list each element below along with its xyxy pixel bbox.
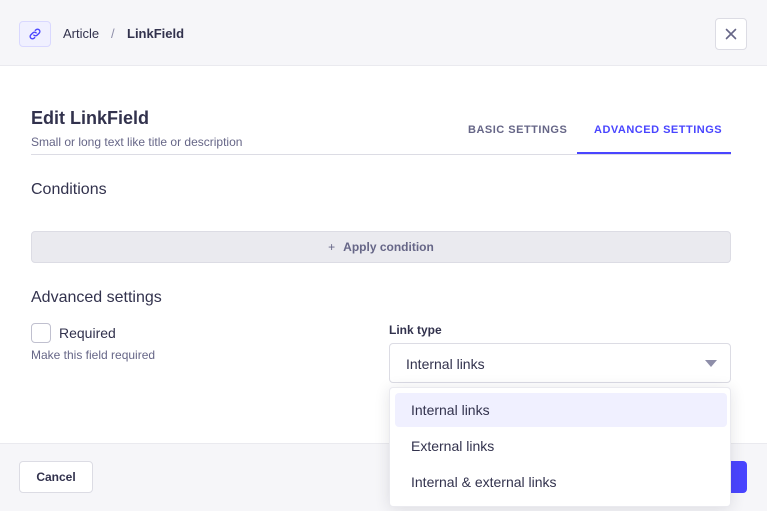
edit-field-modal: Article / LinkField Edit LinkField Small…	[0, 0, 767, 511]
apply-condition-button[interactable]: + Apply condition	[31, 231, 731, 263]
tabs-divider	[31, 154, 731, 155]
close-icon	[725, 28, 737, 40]
modal-subtitle: Small or long text like title or descrip…	[31, 135, 243, 149]
required-checkbox[interactable]	[31, 323, 51, 343]
required-label: Required	[59, 325, 116, 341]
link-type-options: Internal links External links Internal &…	[389, 387, 731, 507]
option-internal-external-links[interactable]: Internal & external links	[395, 465, 727, 499]
apply-condition-label: Apply condition	[343, 240, 434, 254]
cancel-button[interactable]: Cancel	[19, 461, 93, 493]
link-icon	[19, 21, 51, 47]
close-button[interactable]	[715, 18, 747, 50]
active-tab-indicator	[577, 152, 731, 154]
link-type-value: Internal links	[406, 356, 485, 372]
breadcrumb-current: LinkField	[127, 26, 185, 41]
conditions-heading: Conditions	[31, 181, 107, 198]
required-hint: Make this field required	[31, 348, 156, 362]
chevron-down-icon	[705, 360, 717, 367]
option-external-links[interactable]: External links	[395, 429, 727, 463]
link-type-label: Link type	[389, 323, 442, 337]
modal-title: Edit LinkField	[31, 108, 150, 128]
breadcrumb-parent: Article	[63, 26, 100, 41]
option-internal-links[interactable]: Internal links	[395, 393, 727, 427]
modal-header: Article / LinkField	[0, 0, 767, 66]
plus-icon: +	[328, 240, 336, 254]
breadcrumb-separator: /	[111, 26, 115, 41]
tab-advanced-settings[interactable]: ADVANCED SETTINGS	[594, 124, 722, 136]
tab-basic-settings[interactable]: BASIC SETTINGS	[468, 124, 567, 136]
link-type-select[interactable]: Internal links	[389, 343, 731, 383]
advanced-settings-heading: Advanced settings	[31, 289, 162, 306]
